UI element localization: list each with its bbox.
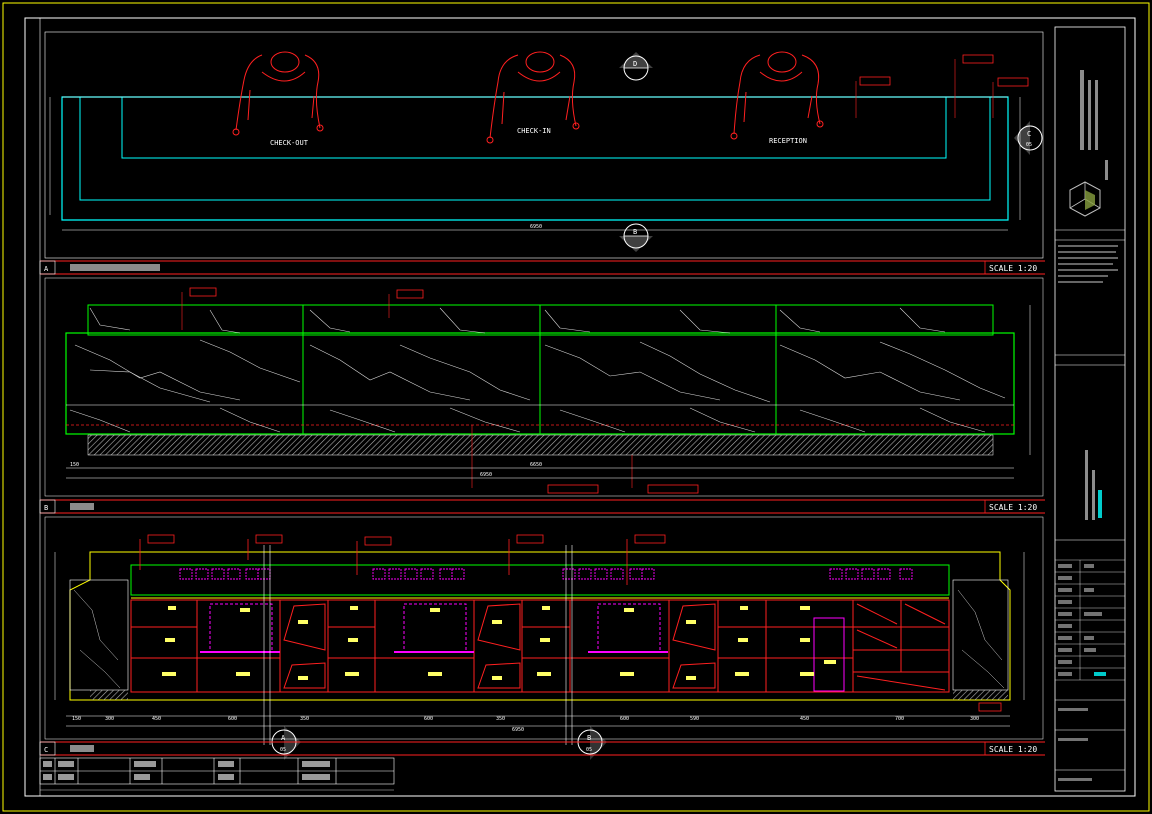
svg-text:D: D: [633, 60, 637, 68]
scale-label-a: SCALE 1:20: [989, 264, 1037, 273]
company-logo-icon: [1069, 181, 1101, 217]
dim-front-segment: 300: [105, 716, 114, 722]
svg-text:05: 05: [1026, 142, 1032, 148]
person-figure-3: [730, 51, 824, 140]
section-id-c: C: [44, 746, 48, 754]
section-marker-plan-bottom: B: [619, 223, 653, 252]
dim-front-segment: 150: [72, 716, 81, 722]
title-bar-c: C SCALE 1:20: [39, 741, 1045, 756]
cabinet-grid: [130, 599, 950, 693]
hatched-kickplate: [87, 434, 994, 456]
label-reception: RECEPTION: [769, 137, 807, 145]
section-id-b: B: [44, 504, 48, 512]
dim-elev-total: 6950: [480, 472, 492, 478]
section-c-front-elevation: 150 300 450 600 350 600 350 600 590 450 700 300 695…: [44, 516, 1044, 760]
section-b-elevation: 150 6650 6950: [44, 277, 1044, 497]
dim-front-segment: 600: [228, 716, 237, 722]
scale-label-b: SCALE 1:20: [989, 503, 1037, 512]
title-block: [1054, 26, 1126, 792]
dim-front-total: 6950: [512, 727, 524, 733]
label-check-in: CHECK-IN: [517, 127, 551, 135]
label-check-out: CHECK-OUT: [270, 139, 309, 147]
svg-text:05: 05: [586, 747, 592, 753]
cad-drawing-sheet: CHECK-OUT CHECK-IN RECEPTION D B C 05 69…: [2, 2, 1150, 812]
svg-text:05: 05: [280, 747, 286, 753]
section-a-plan: CHECK-OUT CHECK-IN RECEPTION D B C 05 69…: [44, 31, 1044, 259]
svg-text:B: B: [587, 734, 591, 742]
dim-front-segment: 350: [496, 716, 505, 722]
title-bar-a: A SCALE 1:20: [39, 260, 1045, 275]
section-marker-top: D: [619, 52, 653, 81]
svg-text:C: C: [1027, 130, 1031, 138]
downlights-row: [179, 568, 913, 580]
dim-front-segment: 600: [620, 716, 629, 722]
svg-text:B: B: [633, 228, 637, 236]
dim-front-segment: 700: [895, 716, 904, 722]
dim-elev-left: 150: [70, 462, 79, 468]
dim-front-segment: 350: [300, 716, 309, 722]
dim-front-segment: 300: [970, 716, 979, 722]
dim-elev-mid: 6650: [530, 462, 542, 468]
person-figure-1: [232, 51, 324, 136]
counter-outline-mid: [79, 96, 991, 201]
approval-table: [39, 757, 395, 785]
scale-label-c: SCALE 1:20: [989, 745, 1037, 754]
section-id-a: A: [44, 265, 49, 273]
title-bar-b: B SCALE 1:20: [39, 499, 1045, 514]
dim-plan-total: 6950: [530, 224, 542, 230]
dim-front-segment: 450: [800, 716, 809, 722]
dim-front-segment: 590: [690, 716, 699, 722]
dim-front-segment: 600: [424, 716, 433, 722]
dim-front-segment: 450: [152, 716, 161, 722]
section-marker-plan-right: C 05: [1014, 121, 1043, 155]
cabinet-door: [813, 617, 845, 692]
sheet-inner-border: [24, 17, 1136, 797]
